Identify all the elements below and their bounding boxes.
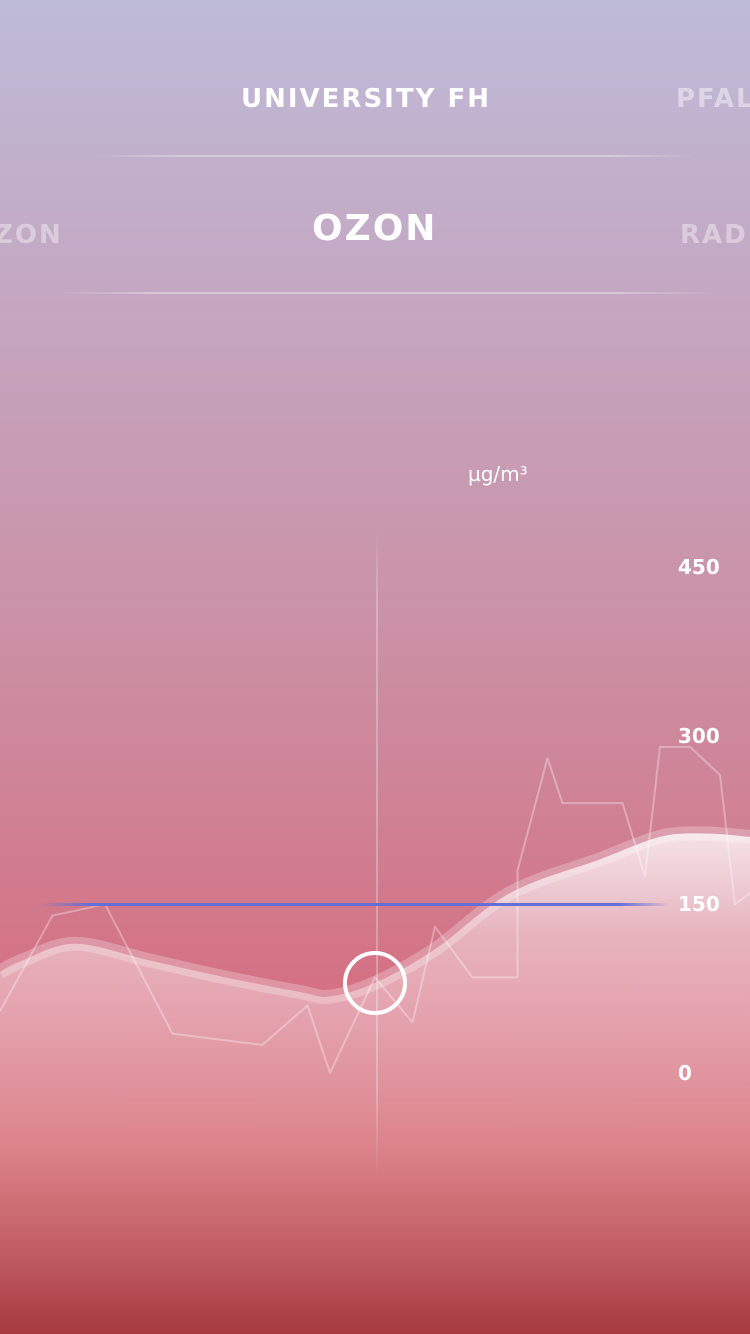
y-tick-label: 0 — [678, 1061, 692, 1085]
y-tick-label: 150 — [678, 892, 720, 917]
ozone-chart — [0, 745, 750, 1334]
smooth-area — [0, 833, 750, 1334]
y-tick-label: 450 — [678, 555, 720, 579]
cursor-handle[interactable] — [343, 951, 407, 1016]
cursor-line — [376, 530, 378, 1180]
y-tick-label: 300 — [678, 723, 720, 748]
threshold-line — [40, 903, 670, 907]
